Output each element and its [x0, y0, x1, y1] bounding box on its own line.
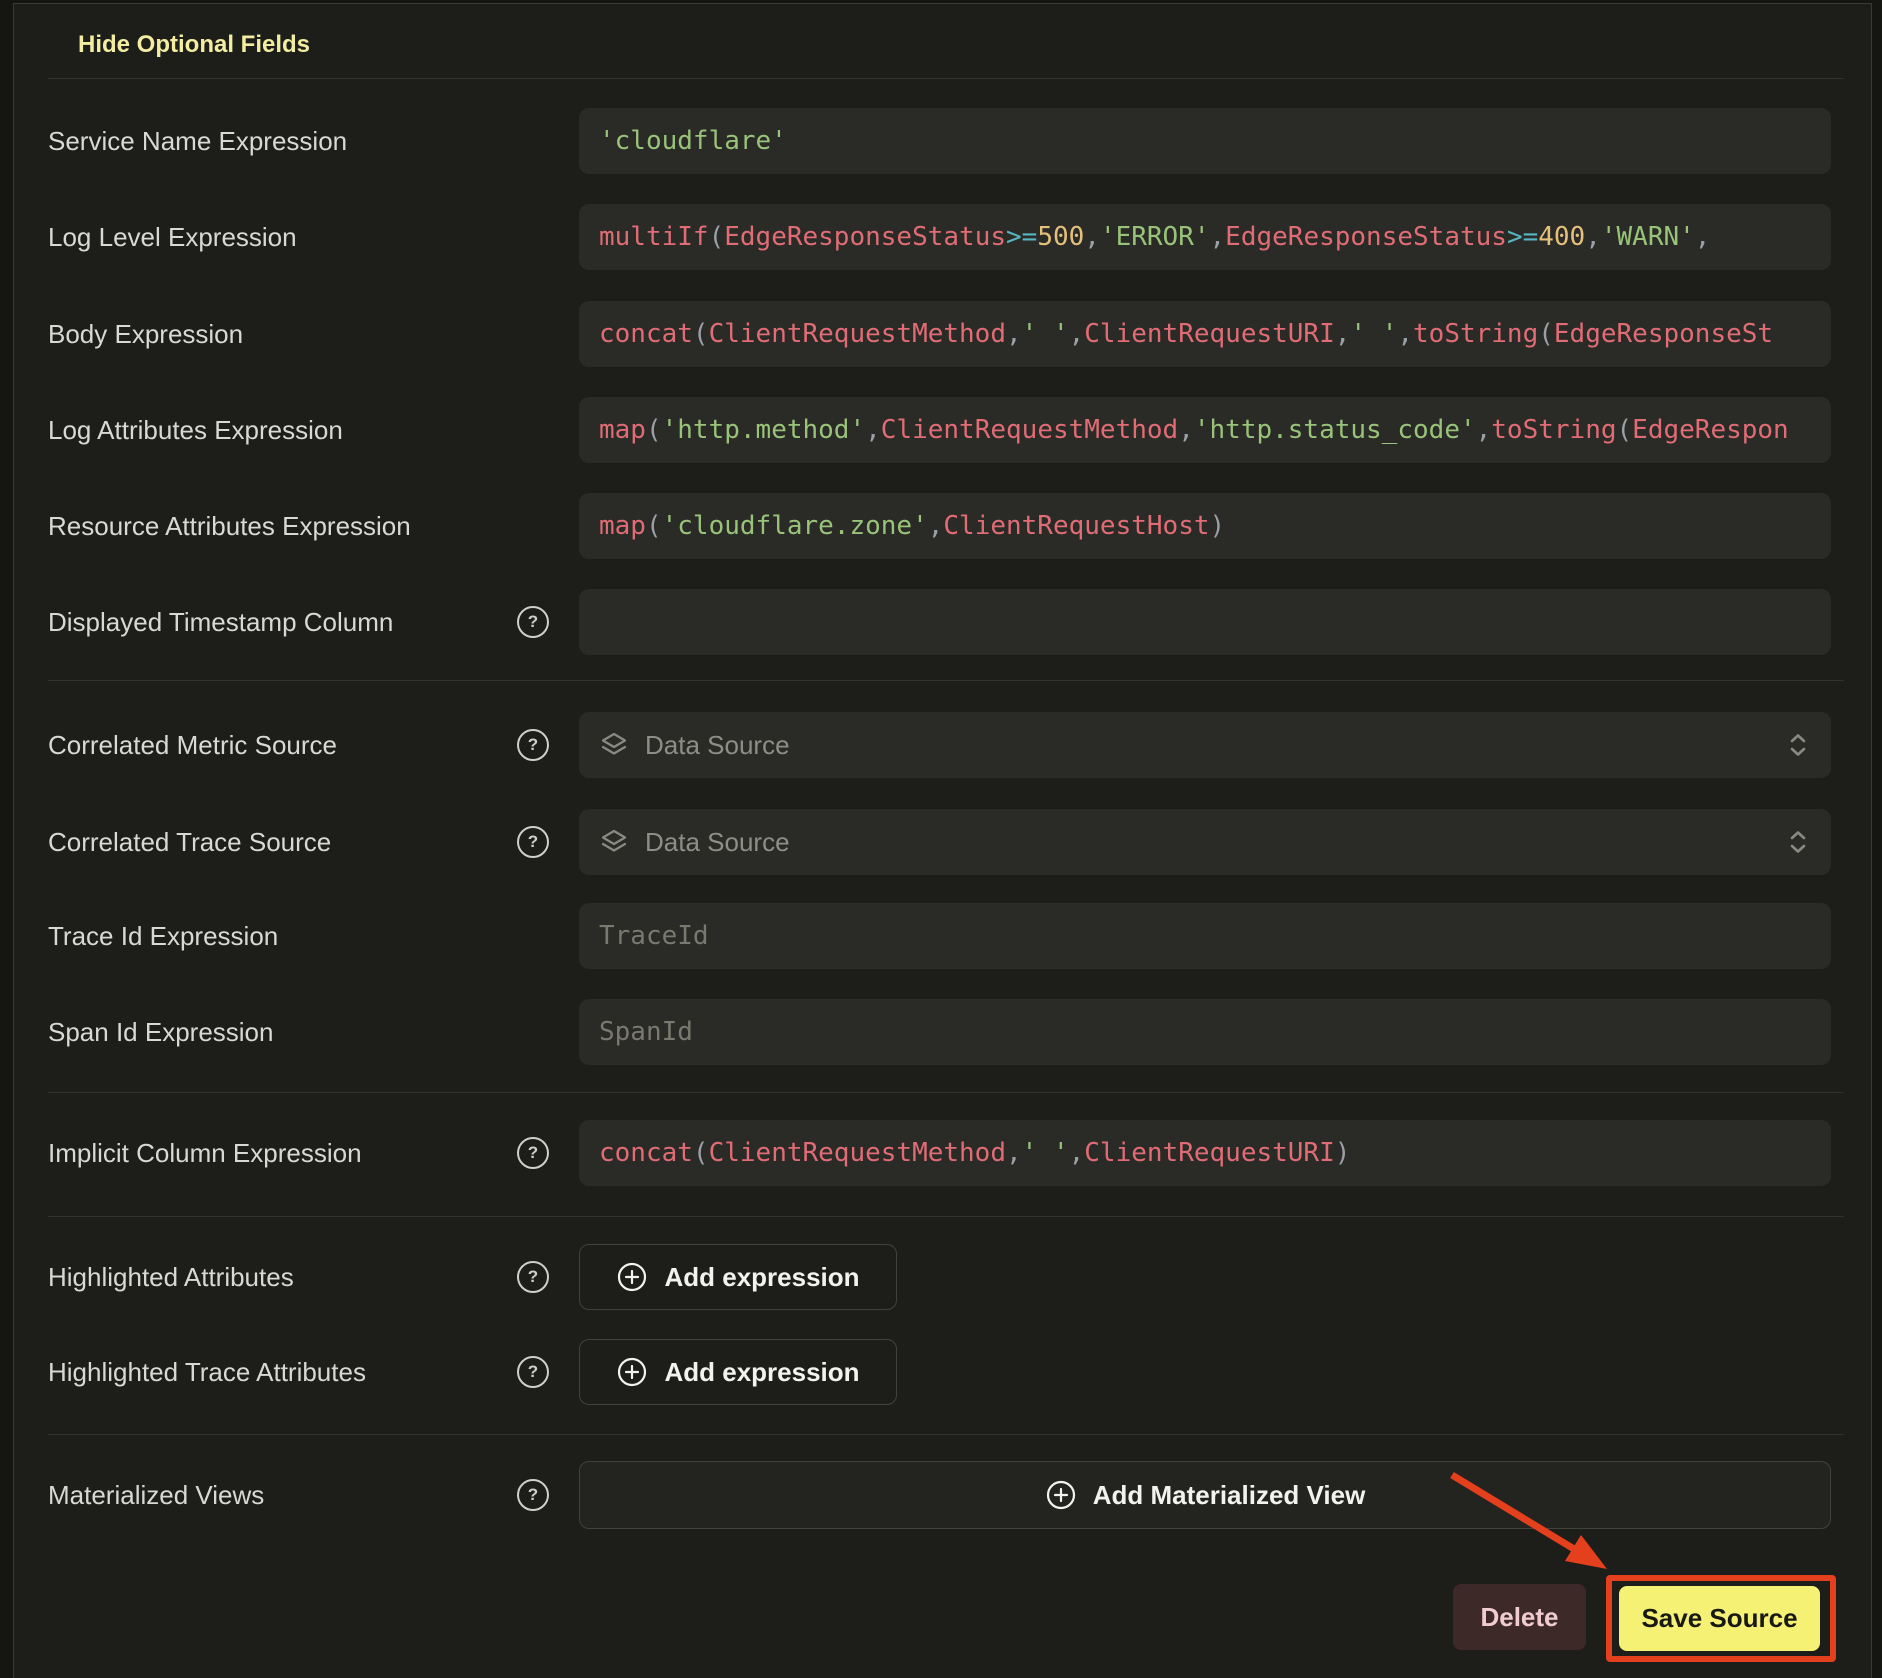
form-row-correlated-metric-source: Correlated Metric Source ? Data Source [48, 712, 1844, 778]
field-label: Resource Attributes Expression [48, 493, 411, 559]
add-expression-button[interactable]: Add expression [579, 1244, 897, 1310]
field-label: Implicit Column Expression [48, 1120, 362, 1186]
field-label: Span Id Expression [48, 999, 273, 1065]
select-placeholder: Data Source [645, 730, 790, 761]
field-label: Log Attributes Expression [48, 397, 343, 463]
resource-attributes-expression-input[interactable]: map('cloudflare.zone', ClientRequestHost… [579, 493, 1831, 559]
divider [48, 1092, 1844, 1093]
form-row-resource-attributes-expression: Resource Attributes Expression map('clou… [48, 493, 1844, 559]
add-materialized-view-label: Add Materialized View [1093, 1480, 1366, 1511]
delete-button[interactable]: Delete [1453, 1584, 1586, 1650]
add-expression-button[interactable]: Add expression [579, 1339, 897, 1405]
help-icon[interactable]: ? [517, 729, 549, 761]
field-label: Materialized Views [48, 1461, 264, 1529]
form-row-implicit-column-expression: Implicit Column Expression ? concat(Clie… [48, 1120, 1844, 1186]
field-label: Displayed Timestamp Column [48, 589, 393, 655]
stack-icon [599, 730, 629, 760]
add-materialized-view-button[interactable]: Add Materialized View [579, 1461, 1831, 1529]
trace-id-expression-input[interactable] [579, 903, 1831, 969]
form-row-trace-id-expression: Trace Id Expression [48, 903, 1844, 969]
implicit-column-expression-input[interactable]: concat(ClientRequestMethod, ' ', ClientR… [579, 1120, 1831, 1186]
span-id-expression-input[interactable] [579, 999, 1831, 1065]
save-source-button[interactable]: Save Source [1619, 1586, 1820, 1651]
form-row-highlighted-trace-attributes: Highlighted Trace Attributes ? Add expre… [48, 1339, 1844, 1405]
select-placeholder: Data Source [645, 827, 790, 858]
divider [48, 680, 1844, 681]
form-row-span-id-expression: Span Id Expression [48, 999, 1844, 1065]
help-icon[interactable]: ? [517, 1356, 549, 1388]
form-row-displayed-timestamp-column: Displayed Timestamp Column ? [48, 589, 1844, 655]
field-label: Correlated Trace Source [48, 809, 331, 875]
correlated-metric-source-select[interactable]: Data Source [579, 712, 1831, 778]
divider [48, 1434, 1844, 1435]
field-label: Correlated Metric Source [48, 712, 337, 778]
trace-id-expression-field [579, 903, 1831, 969]
help-icon[interactable]: ? [517, 606, 549, 638]
field-label: Highlighted Trace Attributes [48, 1339, 366, 1405]
add-expression-label: Add expression [664, 1262, 859, 1293]
field-label: Highlighted Attributes [48, 1244, 294, 1310]
help-icon[interactable]: ? [517, 1137, 549, 1169]
plus-circle-icon [616, 1261, 648, 1293]
log-level-expression-input[interactable]: multiIf(EdgeResponseStatus >= 500, 'ERRO… [579, 204, 1831, 270]
add-expression-label: Add expression [664, 1357, 859, 1388]
optional-fields-panel: Hide Optional Fields Service Name Expres… [13, 3, 1872, 1678]
field-label: Log Level Expression [48, 204, 297, 270]
stack-icon [599, 827, 629, 857]
span-id-expression-field [579, 999, 1831, 1065]
form-row-log-attributes-expression: Log Attributes Expression map('http.meth… [48, 397, 1844, 463]
form-row-body-expression: Body Expression concat(ClientRequestMeth… [48, 301, 1844, 367]
chevron-up-down-icon [1783, 827, 1813, 857]
field-label: Body Expression [48, 301, 243, 367]
hide-optional-fields-toggle[interactable]: Hide Optional Fields [78, 31, 310, 59]
divider [48, 1216, 1844, 1217]
form-row-log-level-expression: Log Level Expression multiIf(EdgeRespons… [48, 204, 1844, 270]
field-label: Trace Id Expression [48, 903, 278, 969]
log-attributes-expression-input[interactable]: map('http.method', ClientRequestMethod, … [579, 397, 1831, 463]
form-row-correlated-trace-source: Correlated Trace Source ? Data Source [48, 809, 1844, 875]
body-expression-input[interactable]: concat(ClientRequestMethod, ' ', ClientR… [579, 301, 1831, 367]
service-name-expression-input[interactable]: 'cloudflare' [579, 108, 1831, 174]
form-row-service-name-expression: Service Name Expression 'cloudflare' [48, 108, 1844, 174]
chevron-up-down-icon [1783, 730, 1813, 760]
form-row-materialized-views: Materialized Views ? Add Materialized Vi… [48, 1461, 1844, 1529]
displayed-timestamp-column-field [579, 589, 1831, 655]
displayed-timestamp-column-input[interactable] [579, 589, 1831, 655]
help-icon[interactable]: ? [517, 1479, 549, 1511]
plus-circle-icon [1045, 1479, 1077, 1511]
help-icon[interactable]: ? [517, 826, 549, 858]
field-label: Service Name Expression [48, 108, 347, 174]
plus-circle-icon [616, 1356, 648, 1388]
divider [48, 78, 1844, 79]
correlated-trace-source-select[interactable]: Data Source [579, 809, 1831, 875]
form-row-highlighted-attributes: Highlighted Attributes ? Add expression [48, 1244, 1844, 1310]
help-icon[interactable]: ? [517, 1261, 549, 1293]
